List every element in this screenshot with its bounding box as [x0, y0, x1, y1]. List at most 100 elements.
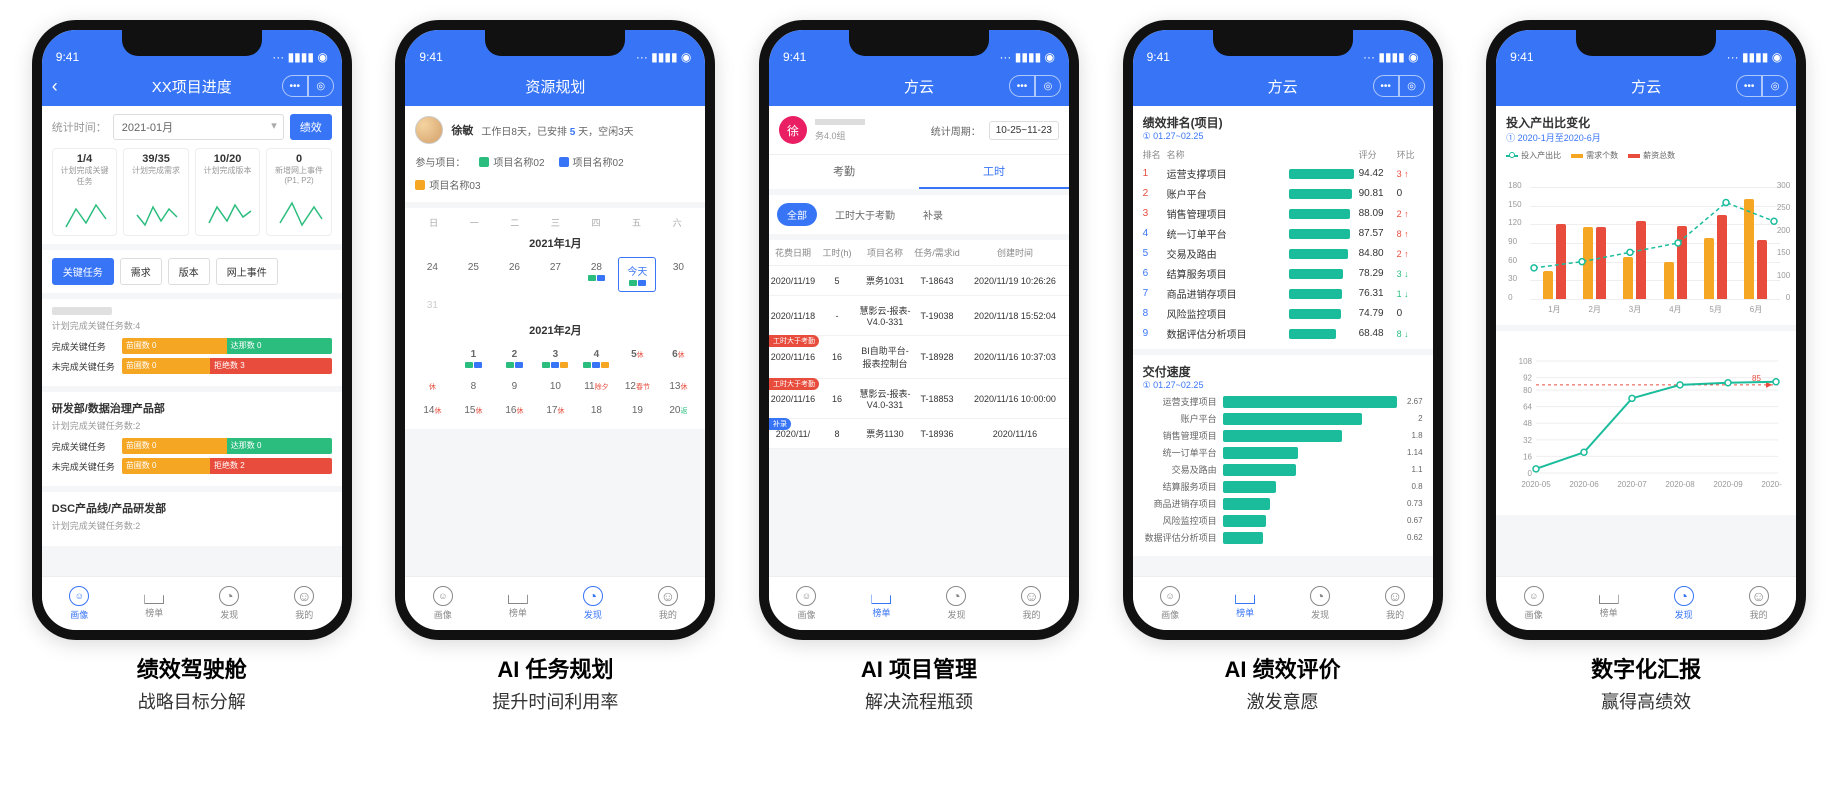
stat-card[interactable]: 39/35计划完成需求: [123, 148, 189, 236]
tab-portrait[interactable]: ☺画像: [433, 586, 453, 621]
tab-portrait[interactable]: ☺画像: [1160, 586, 1180, 621]
capsule[interactable]: •••◎: [1736, 75, 1788, 97]
tab-attendance[interactable]: 考勤: [769, 155, 919, 189]
calendar-day[interactable]: 25: [454, 257, 492, 292]
calendar-day[interactable]: 20返: [659, 400, 697, 421]
calendar-day[interactable]: 9: [495, 376, 533, 397]
segment-tab[interactable]: 版本: [168, 258, 210, 285]
ranking-row[interactable]: 6结算服务项目78.293 ↓: [1143, 266, 1423, 281]
tab-portrait[interactable]: ☺画像: [1524, 586, 1544, 621]
calendar-day[interactable]: 6休: [659, 344, 697, 373]
date-select[interactable]: 2021-01月: [113, 114, 284, 140]
target-icon[interactable]: ◎: [308, 75, 334, 97]
ranking-row[interactable]: 3销售管理项目88.092 ↑: [1143, 206, 1423, 221]
status-time: 9:41: [783, 50, 806, 64]
calendar-day[interactable]: 31: [413, 295, 451, 316]
tab-mine[interactable]: 我的: [658, 586, 678, 621]
calendar-day[interactable]: 16休: [495, 400, 533, 421]
ranking-row[interactable]: 2账户平台90.810: [1143, 186, 1423, 201]
table-row[interactable]: 2020/11/18-慧影云-报表-V4.0-331T-190382020/11…: [769, 296, 1069, 336]
calendar-day[interactable]: 2: [495, 344, 533, 373]
perf-button[interactable]: 绩效: [290, 114, 332, 140]
segment-tab[interactable]: 关键任务: [52, 258, 114, 285]
more-icon[interactable]: •••: [1009, 75, 1035, 97]
filter-over[interactable]: 工时大于考勤: [825, 203, 905, 226]
capsule[interactable]: •••◎: [1009, 75, 1061, 97]
filter-append[interactable]: 补录: [913, 203, 953, 226]
tab-ranking[interactable]: 榜单: [1599, 588, 1619, 619]
capsule[interactable]: •••◎: [282, 75, 334, 97]
calendar-day[interactable]: 19: [618, 400, 656, 421]
tab-discover[interactable]: 发现: [219, 586, 239, 621]
tab-ranking[interactable]: 榜单: [144, 588, 164, 619]
calendar-day[interactable]: 17休: [536, 400, 574, 421]
ranking-row[interactable]: 1运营支撑项目94.423 ↑: [1143, 166, 1423, 181]
tab-bar: ☺画像 榜单 发现 我的: [405, 576, 705, 630]
tab-discover[interactable]: 发现: [946, 586, 966, 621]
more-icon[interactable]: •••: [282, 75, 308, 97]
calendar-day[interactable]: 今天: [618, 257, 656, 292]
tab-mine[interactable]: 我的: [1385, 586, 1405, 621]
filter-all[interactable]: 全部: [777, 203, 817, 226]
period-select[interactable]: 10-25~11-23: [989, 121, 1059, 140]
tab-discover[interactable]: 发现: [1310, 586, 1330, 621]
stat-card[interactable]: 10/20计划完成版本: [195, 148, 261, 236]
calendar-day[interactable]: 26: [495, 257, 533, 292]
svg-text:2020-10: 2020-10: [1761, 480, 1782, 489]
chart-legend: 投入产出比 需求个数 薪资总数: [1506, 150, 1786, 161]
table-row[interactable]: 2020/11/195票务1031T-186432020/11/19 10:26…: [769, 266, 1069, 296]
tab-ranking[interactable]: 榜单: [1235, 588, 1255, 619]
ranking-row[interactable]: 9数据评估分析项目68.488 ↓: [1143, 326, 1423, 341]
calendar-day[interactable]: 30: [659, 257, 697, 292]
calendar-day[interactable]: 11除夕: [577, 376, 615, 397]
progress-bar: 未完成关键任务苗圃数 0拒绝数 2: [52, 458, 332, 474]
calendar-day[interactable]: 14休: [413, 400, 451, 421]
tab-portrait[interactable]: ☺画像: [796, 586, 816, 621]
tab-discover[interactable]: 发现: [1674, 586, 1694, 621]
stat-card[interactable]: 1/4计划完成关键任务: [52, 148, 118, 236]
tab-ranking[interactable]: 榜单: [871, 588, 891, 619]
segment-tab[interactable]: 需求: [120, 258, 162, 285]
tab-portrait[interactable]: ☺画像: [69, 586, 89, 621]
calendar-day[interactable]: 10: [536, 376, 574, 397]
target-icon[interactable]: ◎: [1035, 75, 1061, 97]
calendar-day[interactable]: 15休: [454, 400, 492, 421]
tab-discover[interactable]: 发现: [583, 586, 603, 621]
more-icon[interactable]: •••: [1736, 75, 1762, 97]
more-icon[interactable]: •••: [1373, 75, 1399, 97]
calendar-day[interactable]: 3: [536, 344, 574, 373]
target-icon[interactable]: ◎: [1762, 75, 1788, 97]
tab-mine[interactable]: 我的: [294, 586, 314, 621]
tab-bar: ☺画像 榜单 发现 我的: [1133, 576, 1433, 630]
calendar-day[interactable]: 5休: [618, 344, 656, 373]
ranking-row[interactable]: 8风险监控项目74.790: [1143, 306, 1423, 321]
phone-3: 9:41 ··· ▮▮▮▮ ◉ 方云 •••◎ 徐 务4.0组 统计周期： 10…: [759, 20, 1079, 640]
tab-mine[interactable]: 我的: [1021, 586, 1041, 621]
capsule[interactable]: •••◎: [1373, 75, 1425, 97]
calendar-day[interactable]: 8: [454, 376, 492, 397]
caption-title: 数字化汇报: [1591, 652, 1701, 684]
ranking-row[interactable]: 7商品进销存项目76.311 ↓: [1143, 286, 1423, 301]
calendar-day[interactable]: 18: [577, 400, 615, 421]
calendar-day[interactable]: 休: [413, 376, 451, 397]
ranking-row[interactable]: 5交易及路由84.802 ↑: [1143, 246, 1423, 261]
calendar-day[interactable]: 27: [536, 257, 574, 292]
table-row[interactable]: 工时大于考勤2020/11/1616慧影云-报表-V4.0-331T-18853…: [769, 379, 1069, 419]
ranking-row[interactable]: 4统一订单平台87.578 ↑: [1143, 226, 1423, 241]
calendar-day[interactable]: 13休: [659, 376, 697, 397]
back-icon[interactable]: ‹: [52, 76, 58, 97]
table-row[interactable]: 补录2020/11/8票务1130T-189362020/11/16: [769, 419, 1069, 449]
calendar-day[interactable]: 12春节: [618, 376, 656, 397]
tab-ranking[interactable]: 榜单: [508, 588, 528, 619]
calendar-day[interactable]: 28: [577, 257, 615, 292]
calendar-day[interactable]: 24: [413, 257, 451, 292]
stat-card[interactable]: 0新增网上事件(P1, P2): [266, 148, 332, 236]
tab-mine[interactable]: 我的: [1749, 586, 1769, 621]
target-icon[interactable]: ◎: [1399, 75, 1425, 97]
main-tabs: 考勤 工时: [769, 154, 1069, 189]
segment-tab[interactable]: 网上事件: [216, 258, 278, 285]
tab-hours[interactable]: 工时: [919, 155, 1069, 189]
calendar-day[interactable]: 4: [577, 344, 615, 373]
calendar-day[interactable]: 1: [454, 344, 492, 373]
table-row[interactable]: 工时大于考勤2020/11/1616BI自助平台-报表控制台T-18928202…: [769, 336, 1069, 379]
